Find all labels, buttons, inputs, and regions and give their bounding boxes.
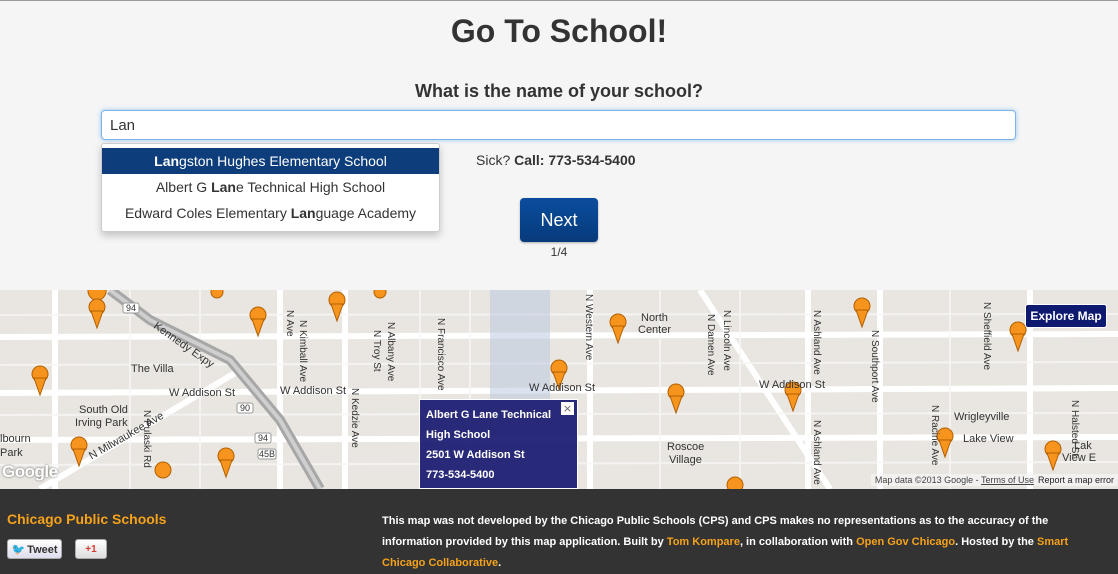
suggestion-prefix: Albert G xyxy=(155,179,212,195)
tweet-button[interactable]: 🐦 Tweet xyxy=(7,539,62,559)
suggestion-rest: guage Academy xyxy=(315,205,417,221)
school-info-popup: × Albert G Lane Technical High School 25… xyxy=(419,399,578,489)
map-label-w-addison-4: W Addison St xyxy=(759,379,826,391)
sick-phone: Call: 773-534-5400 xyxy=(514,152,636,168)
suggestion-match: Lan xyxy=(154,153,180,169)
map-label-halsted: N Halsted St xyxy=(1069,400,1080,457)
map-label-south-old: South Old xyxy=(79,404,128,416)
twitter-bird-icon: 🐦 xyxy=(11,543,26,556)
org-name: Chicago Public Schools xyxy=(7,511,167,527)
google-plus-button[interactable]: +1 xyxy=(75,539,107,559)
map-label-the-villa: The Villa xyxy=(131,363,174,375)
map-attribution: Map data ©2013 Google - Terms of Use Repo… xyxy=(870,474,1118,486)
map-label-francisco: N Francisco Ave xyxy=(435,318,446,391)
map-label-north: North xyxy=(641,312,668,324)
map-label-western: N Western Ave xyxy=(583,294,594,361)
map-label-n-ave: N Ave xyxy=(284,310,295,337)
disclaimer-text-3: . Hosted by the xyxy=(955,536,1037,548)
map-label-w-addison-1: W Addison St xyxy=(169,387,236,399)
map-label-center: Center xyxy=(638,324,672,336)
disclaimer-text-4: . xyxy=(498,557,502,569)
map-label-lincoln: N Lincoln Ave xyxy=(721,310,732,371)
map-label-hwy-90: 90 xyxy=(240,403,251,413)
suggestion-langston-hughes[interactable]: Langston Hughes Elementary School xyxy=(102,148,439,174)
sick-label: Sick? xyxy=(476,152,511,168)
suggestion-match: Lan xyxy=(211,179,236,195)
popup-address: 2501 W Addison St xyxy=(426,449,525,461)
map-label-kimball: N Kimball Ave xyxy=(297,320,308,383)
suggestion-lane-tech[interactable]: Albert G Lane Technical High School xyxy=(102,174,439,200)
map-label-ashland: N Ashland Ave xyxy=(811,310,822,375)
tweet-label: Tweet xyxy=(27,543,58,556)
gplus-label: +1 xyxy=(85,543,97,555)
map-label-hwy-94: 94 xyxy=(126,303,137,313)
autocomplete-dropdown: Langston Hughes Elementary School Albert… xyxy=(101,143,440,232)
map-label-irving-park: Irving Park xyxy=(75,417,128,429)
map-label-kedzie: N Kedzie Ave xyxy=(349,388,360,448)
suggestion-rest: e Technical High School xyxy=(235,179,386,195)
search-panel: Go To School! What is the name of your s… xyxy=(0,0,1118,290)
disclaimer: This map was not developed by the Chicag… xyxy=(382,511,1082,574)
map-label-southport: N Southport Ave xyxy=(869,330,880,403)
disclaimer-text-2: , in collaboration with xyxy=(739,536,857,548)
report-map-error-link[interactable]: Report a map error xyxy=(1038,475,1114,485)
popup-school-name-2: High School xyxy=(426,429,491,441)
map-label-pulaski: N Pulaski Rd xyxy=(141,410,152,468)
explore-map-button[interactable]: Explore Map xyxy=(1025,304,1107,328)
map-label-troy: N Troy St xyxy=(371,330,382,372)
map-label-elbourn: lbourn xyxy=(0,433,31,445)
suggestion-prefix: Edward Coles Elementary xyxy=(124,205,291,221)
map-label-wrigleyville: Wrigleyville xyxy=(954,411,1010,423)
map-label-racine: N Racine Ave xyxy=(929,405,940,466)
suggestion-match: Lan xyxy=(290,205,316,221)
map-label-village: Village xyxy=(669,454,702,466)
next-button[interactable]: Next xyxy=(520,198,598,242)
school-map[interactable]: The Villa South Old Irving Park lbourn P… xyxy=(0,290,1118,489)
map-label-lake-view: Lake View xyxy=(963,433,1014,445)
map-label-roscoe: Roscoe xyxy=(667,441,705,453)
google-logo: Google xyxy=(2,462,58,481)
close-icon[interactable]: × xyxy=(561,402,574,415)
school-question: What is the name of your school? xyxy=(414,81,704,101)
map-label-albany: N Albany Ave xyxy=(385,322,396,382)
suggestion-edward-coles[interactable]: Edward Coles Elementary Language Academy xyxy=(102,200,439,226)
map-label-damen: N Damen Ave xyxy=(705,314,716,376)
map-label-sheffield: N Sheffield Ave xyxy=(981,302,992,371)
popup-school-name-1: Albert G Lane Technical xyxy=(426,409,552,421)
suggestion-rest: gston Hughes Elementary School xyxy=(179,153,387,169)
map-label-w-addison-3: W Addison St xyxy=(529,382,596,394)
terms-of-use-link[interactable]: Terms of Use xyxy=(981,475,1034,485)
footer: Chicago Public Schools 🐦 Tweet +1 This ma… xyxy=(0,489,1118,574)
map-label-park: Park xyxy=(0,447,23,459)
map-label-ashland-2: N Ashland Ave xyxy=(811,420,822,485)
map-data-text: Map data ©2013 Google - xyxy=(874,475,979,485)
tom-kompare-link[interactable]: Tom Kompare xyxy=(667,536,740,548)
popup-phone: 773-534-5400 xyxy=(426,469,495,481)
open-gov-chicago-link[interactable]: Open Gov Chicago xyxy=(856,536,955,548)
page-title: Go To School! xyxy=(450,13,668,49)
step-indicator: 1/4 xyxy=(550,245,568,259)
map-label-hwy-45b: 45B xyxy=(259,449,276,459)
school-search-input[interactable] xyxy=(101,110,1016,140)
map-label-w-addison-2: W Addison St xyxy=(280,385,347,397)
map-label-hwy-94b: 94 xyxy=(258,433,269,443)
sick-line: Sick? Call: 773-534-5400 xyxy=(476,152,636,168)
